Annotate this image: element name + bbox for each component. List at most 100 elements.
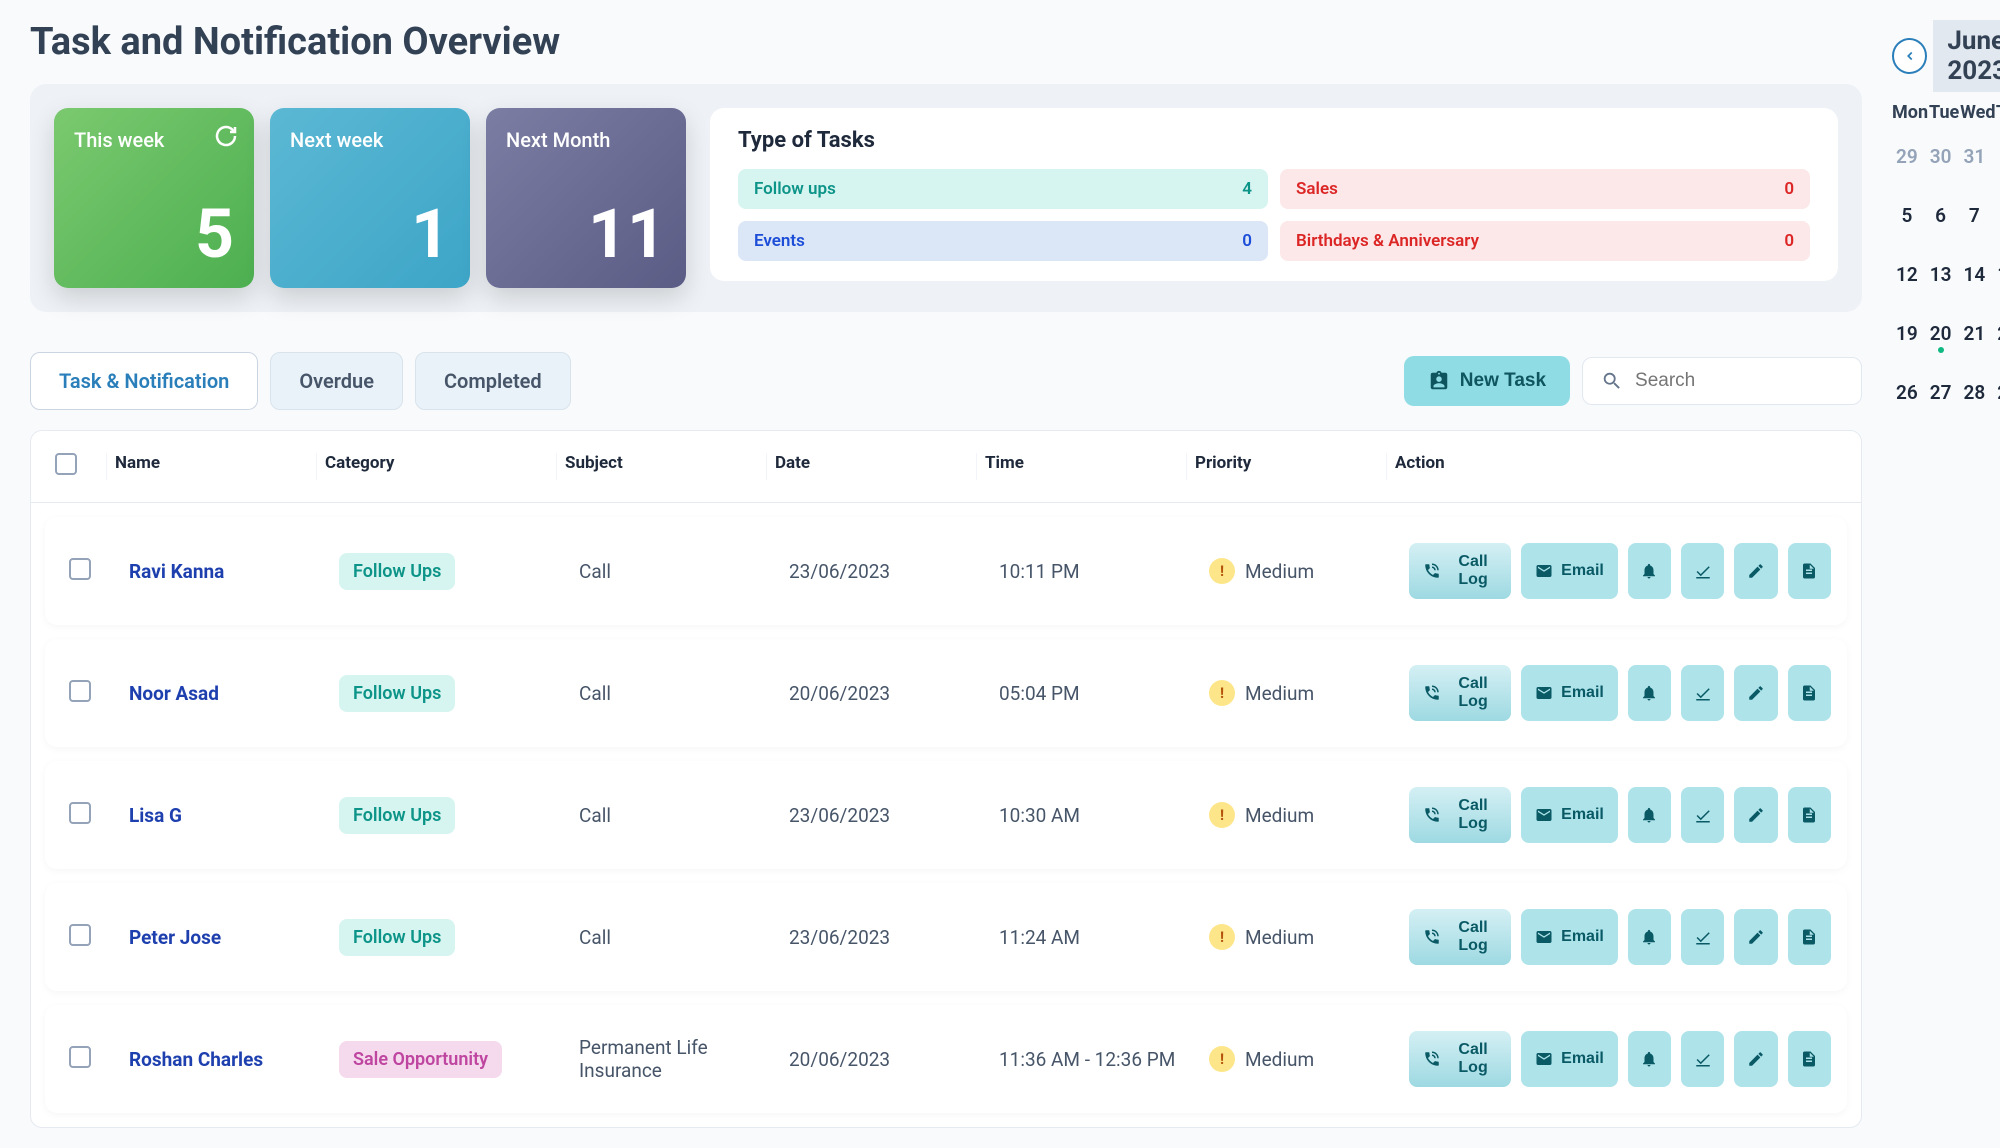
calendar-cell[interactable]: 28 [1959, 365, 1989, 420]
call-log-button[interactable]: Call Log [1409, 787, 1511, 843]
complete-button[interactable] [1681, 787, 1724, 843]
table-row: Roshan Charles Sale Opportunity Permanen… [45, 1005, 1847, 1113]
edit-button[interactable] [1734, 1031, 1777, 1087]
new-task-button[interactable]: New Task [1404, 356, 1570, 406]
document-button[interactable] [1788, 1031, 1831, 1087]
email-button[interactable]: Email [1521, 665, 1618, 721]
calendar-cell[interactable]: 12 [1892, 247, 1922, 302]
priority-icon: ! [1209, 680, 1235, 706]
calendar-cell[interactable]: 1 [1993, 129, 2000, 184]
calendar-cell[interactable]: 29 [1892, 129, 1922, 184]
document-button[interactable] [1788, 787, 1831, 843]
col-time: Time [977, 453, 1187, 480]
complete-button[interactable] [1681, 543, 1724, 599]
notify-button[interactable] [1628, 1031, 1671, 1087]
calendar-cell[interactable]: 20 [1926, 306, 1956, 361]
col-name: Name [107, 453, 317, 480]
check-icon [1694, 928, 1712, 946]
calendar-cell[interactable]: 7 [1959, 188, 1989, 243]
tab-overdue[interactable]: Overdue [270, 352, 403, 410]
select-all-checkbox[interactable] [55, 453, 77, 475]
pencil-icon [1747, 684, 1765, 702]
edit-button[interactable] [1734, 543, 1777, 599]
card-next-month[interactable]: Next Month 11 [486, 108, 686, 288]
edit-button[interactable] [1734, 665, 1777, 721]
document-button[interactable] [1788, 543, 1831, 599]
row-name-link[interactable]: Lisa G [129, 804, 182, 827]
table-row: Ravi Kanna Follow Ups Call 23/06/2023 10… [45, 517, 1847, 625]
email-button[interactable]: Email [1521, 543, 1618, 599]
card-label: Next Month [506, 128, 666, 152]
card-label: Next week [290, 128, 450, 152]
calendar-prev-button[interactable] [1892, 38, 1927, 74]
edit-button[interactable] [1734, 909, 1777, 965]
calendar-cell[interactable]: 31 [1959, 129, 1989, 184]
row-name-link[interactable]: Peter Jose [129, 926, 221, 949]
phone-icon [1423, 928, 1441, 946]
pencil-icon [1747, 1050, 1765, 1068]
notify-button[interactable] [1628, 909, 1671, 965]
document-button[interactable] [1788, 909, 1831, 965]
call-log-button[interactable]: Call Log [1409, 665, 1511, 721]
email-button[interactable]: Email [1521, 909, 1618, 965]
calendar-cell[interactable]: 6 [1926, 188, 1956, 243]
call-log-button[interactable]: Call Log [1409, 909, 1511, 965]
clipboard-icon [1428, 370, 1450, 392]
calendar-cell[interactable]: 29 [1993, 365, 2000, 420]
type-label: Events [754, 231, 805, 251]
calendar-cell[interactable]: 8 [1993, 188, 2000, 243]
search-box[interactable] [1582, 357, 1862, 405]
bell-icon [1640, 806, 1658, 824]
type-label: Birthdays & Anniversary [1296, 231, 1479, 251]
row-name-link[interactable]: Ravi Kanna [129, 560, 224, 583]
row-checkbox[interactable] [69, 1046, 91, 1068]
mail-icon [1535, 1050, 1553, 1068]
row-checkbox[interactable] [69, 924, 91, 946]
calendar-cell[interactable]: 22 [1993, 306, 2000, 361]
notify-button[interactable] [1628, 543, 1671, 599]
complete-button[interactable] [1681, 1031, 1724, 1087]
calendar-cell[interactable]: 15 [1993, 247, 2000, 302]
row-priority: !Medium [1201, 680, 1401, 706]
search-input[interactable] [1635, 370, 1880, 392]
calendar-cell[interactable]: 19 [1892, 306, 1922, 361]
calendar-cell[interactable]: 5 [1892, 188, 1922, 243]
bell-icon [1640, 1050, 1658, 1068]
type-sales[interactable]: Sales 0 [1280, 169, 1810, 209]
type-events[interactable]: Events 0 [738, 221, 1268, 261]
card-this-week[interactable]: This week 5 [54, 108, 254, 288]
complete-button[interactable] [1681, 909, 1724, 965]
document-button[interactable] [1788, 665, 1831, 721]
notify-button[interactable] [1628, 787, 1671, 843]
tab-task-notification[interactable]: Task & Notification [30, 352, 258, 410]
row-name-link[interactable]: Noor Asad [129, 682, 219, 705]
email-button[interactable]: Email [1521, 787, 1618, 843]
calendar-cell[interactable]: 13 [1926, 247, 1956, 302]
row-priority: !Medium [1201, 924, 1401, 950]
calendar-cell[interactable]: 27 [1926, 365, 1956, 420]
row-checkbox[interactable] [69, 558, 91, 580]
calendar-cell[interactable]: 21 [1959, 306, 1989, 361]
row-checkbox[interactable] [69, 802, 91, 824]
calendar-cell[interactable]: 30 [1926, 129, 1956, 184]
notify-button[interactable] [1628, 665, 1671, 721]
category-badge: Follow Ups [339, 675, 455, 712]
call-log-button[interactable]: Call Log [1409, 543, 1511, 599]
type-birthdays[interactable]: Birthdays & Anniversary 0 [1280, 221, 1810, 261]
row-time: 11:36 AM - 12:36 PM [991, 1048, 1201, 1071]
refresh-icon[interactable] [214, 124, 238, 148]
call-log-button[interactable]: Call Log [1409, 1031, 1511, 1087]
type-followups[interactable]: Follow ups 4 [738, 169, 1268, 209]
calendar-cell[interactable]: 26 [1892, 365, 1922, 420]
complete-button[interactable] [1681, 665, 1724, 721]
category-badge: Follow Ups [339, 919, 455, 956]
calendar-cell[interactable]: 14 [1959, 247, 1989, 302]
row-checkbox[interactable] [69, 680, 91, 702]
row-name-link[interactable]: Roshan Charles [129, 1048, 263, 1071]
email-button[interactable]: Email [1521, 1031, 1618, 1087]
calendar-day-header: Thu [1996, 102, 2000, 123]
edit-button[interactable] [1734, 787, 1777, 843]
tab-completed[interactable]: Completed [415, 352, 571, 410]
bell-icon [1640, 928, 1658, 946]
card-next-week[interactable]: Next week 1 [270, 108, 470, 288]
